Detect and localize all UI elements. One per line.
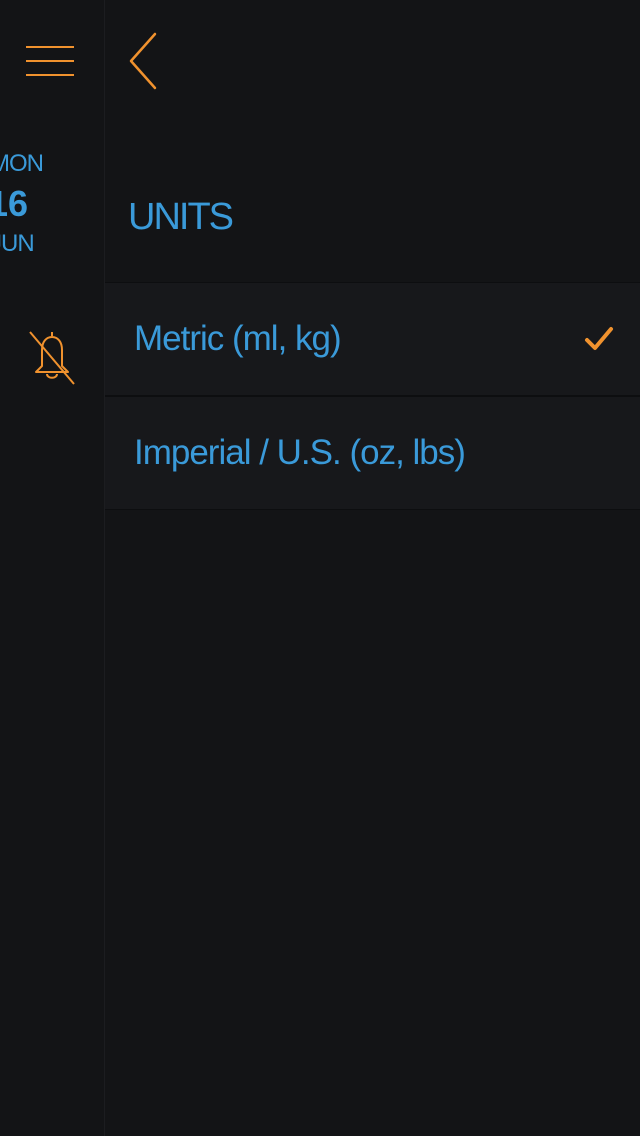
app-root: MON 16 JUN UNITS Metric (ml, kg) <box>0 0 640 1136</box>
option-metric[interactable]: Metric (ml, kg) <box>105 282 640 396</box>
bell-off-icon[interactable] <box>26 326 78 386</box>
option-label: Metric (ml, kg) <box>134 319 342 358</box>
date-day: MON <box>0 150 44 177</box>
checkmark-icon <box>585 327 613 350</box>
units-options-list: Metric (ml, kg) Imperial / U.S. (oz, lbs… <box>105 282 640 510</box>
date-number: 16 <box>0 183 29 224</box>
chevron-left-icon[interactable] <box>125 30 165 92</box>
sidebar: MON 16 JUN <box>0 0 105 1136</box>
hamburger-menu-icon[interactable] <box>26 42 76 80</box>
option-imperial[interactable]: Imperial / U.S. (oz, lbs) <box>105 396 640 510</box>
sidebar-date[interactable]: MON 16 JUN <box>0 146 104 262</box>
main-panel: UNITS Metric (ml, kg) Imperial / U.S. (o… <box>105 0 640 1136</box>
section-title: UNITS <box>128 196 234 238</box>
date-month: JUN <box>0 230 35 257</box>
option-label: Imperial / U.S. (oz, lbs) <box>134 433 466 472</box>
